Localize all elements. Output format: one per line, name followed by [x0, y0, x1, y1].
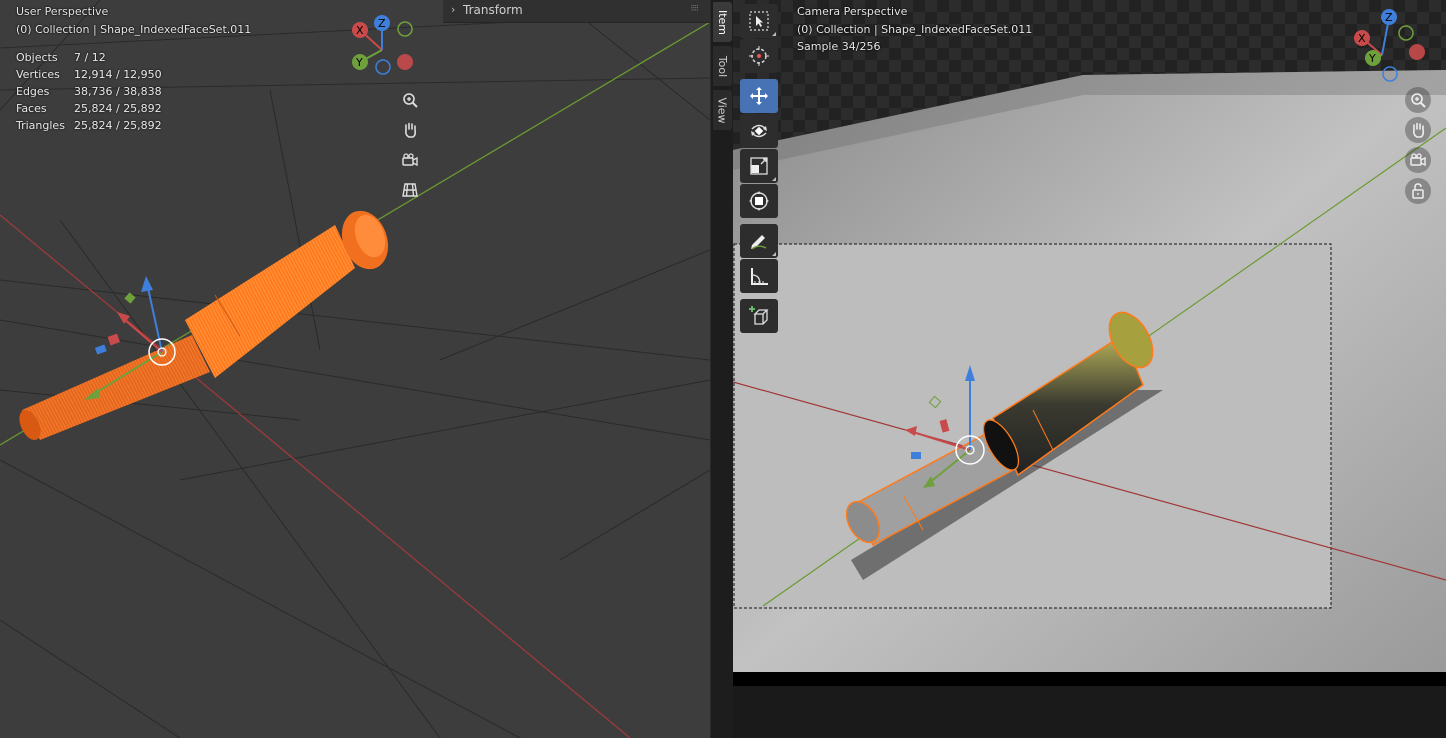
zoom-icon[interactable] — [1405, 87, 1431, 113]
neg-y-axis-icon — [397, 21, 413, 37]
zoom-icon[interactable] — [397, 87, 423, 113]
neg-y-axis-icon — [1398, 25, 1414, 41]
active-collection: (0) Collection | Shape_IndexedFaceSet.01… — [797, 23, 1033, 36]
add-cube-icon — [749, 306, 769, 325]
stat-vertices: Vertices 12,914 / 12,950 — [16, 68, 162, 81]
svg-text:X: X — [356, 24, 364, 37]
lock-icon[interactable] — [1405, 178, 1431, 204]
ruler-icon — [751, 268, 768, 285]
rotate-tool[interactable] — [740, 114, 778, 148]
tab-view[interactable]: View — [713, 90, 732, 130]
neg-z-axis-icon — [1382, 66, 1398, 82]
neg-z-axis-icon — [375, 59, 391, 75]
navigation-gizmo[interactable]: Z X Y — [345, 10, 425, 80]
scene-statistics: Objects 7 / 12 Vertices 12,914 / 12,950 Ed… — [16, 49, 162, 134]
scale-tool[interactable] — [740, 149, 778, 183]
svg-text:Z: Z — [378, 17, 386, 30]
camera-view-icon[interactable] — [397, 147, 423, 173]
navigation-gizmo[interactable]: Z X Y — [1353, 5, 1433, 85]
neg-x-axis-icon — [397, 54, 413, 70]
selected-object-wireframe[interactable] — [15, 204, 396, 443]
pencil-icon — [751, 235, 767, 250]
cursor-tool[interactable] — [740, 39, 778, 73]
neg-x-axis-icon — [1409, 44, 1425, 60]
move-arrows-icon — [750, 87, 768, 105]
hand-pan-icon[interactable] — [397, 117, 423, 143]
render-sample-count: Sample 34/256 — [797, 40, 881, 53]
annotate-tool[interactable] — [740, 224, 778, 258]
drag-handle-icon[interactable]: ⁝⁝⁝⁝ — [691, 4, 700, 14]
add-cube-tool[interactable] — [740, 299, 778, 333]
transform-section-label: Transform — [463, 3, 523, 17]
transform-icon — [749, 191, 769, 211]
measure-tool[interactable] — [740, 259, 778, 293]
select-box-icon — [749, 11, 769, 31]
tab-tool[interactable]: Tool — [713, 46, 732, 86]
scale-icon — [750, 157, 768, 175]
svg-text:Y: Y — [355, 56, 363, 69]
select-box-tool[interactable] — [740, 4, 778, 38]
tab-item[interactable]: Item — [713, 2, 732, 42]
right-scene — [733, 0, 1446, 686]
tool-shelf — [738, 0, 782, 340]
n-panel-header[interactable]: › Transform ⁝⁝⁝⁝ — [443, 0, 710, 23]
transform-tool[interactable] — [740, 184, 778, 218]
hand-pan-icon[interactable] — [1405, 117, 1431, 143]
sidebar-tabs: Item Tool View — [710, 0, 734, 738]
active-collection: (0) Collection | Shape_IndexedFaceSet.01… — [16, 23, 252, 36]
expand-arrow-icon[interactable]: › — [451, 3, 455, 16]
viewport-title: User Perspective — [16, 5, 109, 18]
left-3d-viewport[interactable]: User Perspective (0) Collection | Shape_… — [0, 0, 710, 738]
svg-text:Z: Z — [1385, 11, 1393, 24]
viewport-title: Camera Perspective — [797, 5, 908, 18]
camera-view-icon[interactable] — [1405, 147, 1431, 173]
stat-objects: Objects 7 / 12 — [16, 51, 106, 64]
stat-faces: Faces 25,824 / 25,892 — [16, 102, 162, 115]
move-tool[interactable] — [740, 79, 778, 113]
rotate-icon — [751, 124, 767, 138]
right-3d-viewport[interactable]: Camera Perspective (0) Collection | Shap… — [733, 0, 1446, 738]
svg-text:Y: Y — [1368, 52, 1376, 65]
svg-text:X: X — [1358, 32, 1366, 45]
cursor-icon — [749, 46, 769, 66]
stat-edges: Edges 38,736 / 38,838 — [16, 85, 162, 98]
grid-ortho-icon[interactable] — [397, 177, 423, 203]
stat-triangles: Triangles 25,824 / 25,892 — [16, 119, 162, 132]
